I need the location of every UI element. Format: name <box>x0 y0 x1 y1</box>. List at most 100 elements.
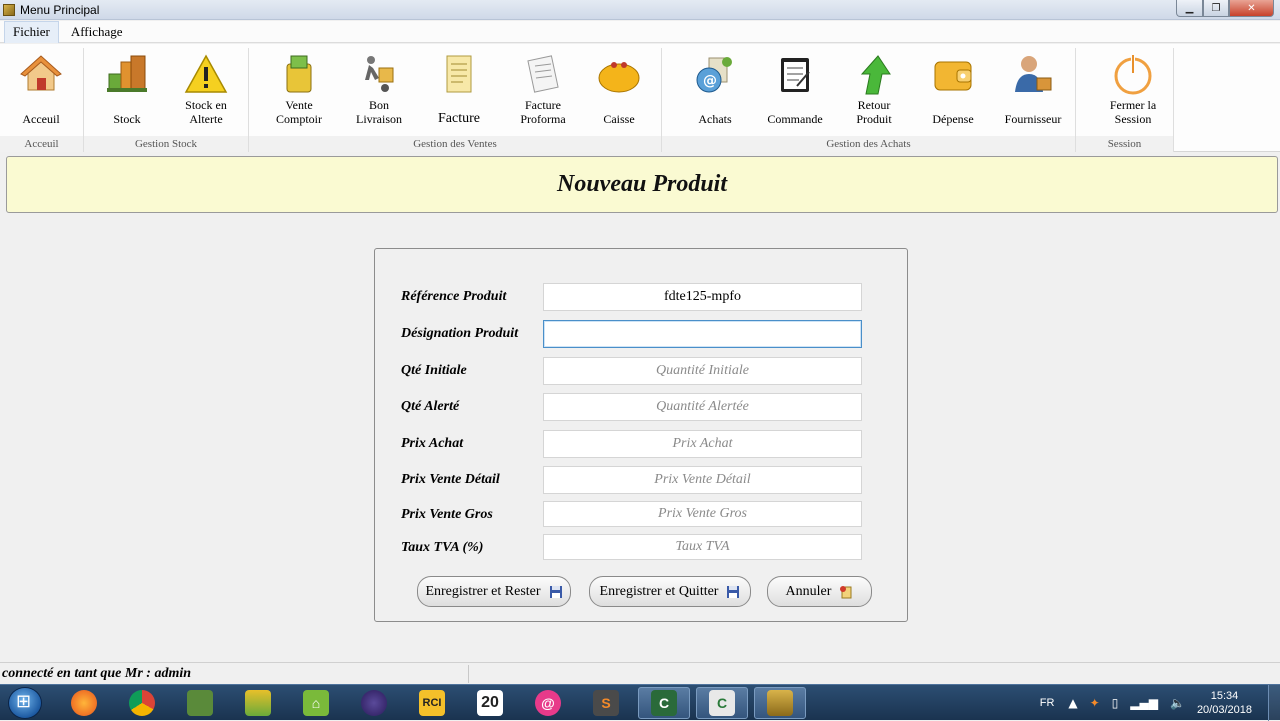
group-label-gestion-achats: Gestion des Achats <box>662 136 1075 152</box>
vente-comptoir-label: Vente Comptoir <box>275 98 322 126</box>
app-icon <box>3 3 15 16</box>
field-taux-tva: Taux TVA (%) <box>401 534 863 562</box>
facture-proforma-button[interactable]: Facture Proforma <box>506 50 580 130</box>
group-gestion-achats: @ Achats Commande Retour Produit Dépense… <box>662 48 1076 152</box>
stock-alerte-label: Stock en Alterte <box>185 98 227 126</box>
app-icon <box>245 690 271 716</box>
proforma-icon <box>527 55 559 93</box>
cancel-button[interactable]: Annuler <box>767 576 872 607</box>
delivery-icon <box>365 56 394 92</box>
depense-label: Dépense <box>932 112 974 126</box>
volume-icon[interactable]: 🔈 <box>1170 696 1185 710</box>
qte-initiale-label: Qté Initiale <box>401 363 467 378</box>
taskbar-app-1[interactable] <box>174 687 226 719</box>
commande-button[interactable]: Commande <box>758 50 832 130</box>
signal-icon[interactable]: ▂▄▆ <box>1130 696 1158 710</box>
achats-label: Achats <box>698 112 732 126</box>
warning-icon <box>184 54 228 93</box>
save-stay-button[interactable]: Enregistrer et Rester <box>417 576 571 607</box>
bon-livraison-button[interactable]: Bon Livraison <box>342 50 416 130</box>
taskbar-android-studio[interactable]: ⌂ <box>290 687 342 719</box>
camtasia-icon: C <box>651 690 677 716</box>
depense-button[interactable]: Dépense <box>916 50 990 130</box>
reference-input[interactable] <box>543 283 862 311</box>
show-hidden-icons-icon[interactable]: ▲ <box>1068 696 1077 710</box>
facture-button[interactable]: Facture <box>422 50 496 130</box>
opera-icon: @ <box>535 690 561 716</box>
minimize-icon[interactable]: ▁ <box>1176 0 1203 17</box>
prix-achat-input[interactable] <box>543 430 862 458</box>
wallet-icon <box>934 61 972 91</box>
qte-initiale-input[interactable] <box>543 357 862 385</box>
taskbar-chrome[interactable] <box>116 687 168 719</box>
page-header: Nouveau Produit <box>6 156 1278 213</box>
page-title: Nouveau Produit <box>556 171 727 197</box>
close-icon[interactable]: ✕ <box>1229 0 1274 17</box>
taux-tva-input[interactable] <box>543 534 862 560</box>
taskbar-camtasia-2[interactable]: C <box>696 687 748 719</box>
prix-vente-gros-input[interactable] <box>543 501 862 527</box>
caisse-button[interactable]: Caisse <box>582 50 656 130</box>
retour-produit-button[interactable]: Retour Produit <box>837 50 911 130</box>
taskbar-opera[interactable]: @ <box>522 687 574 719</box>
stock-button[interactable]: Stock <box>90 50 164 130</box>
stock-alerte-button[interactable]: Stock en Alterte <box>169 50 243 130</box>
vente-comptoir-button[interactable]: Vente Comptoir <box>262 50 336 130</box>
acceuil-button[interactable]: Acceuil <box>4 50 78 130</box>
language-indicator[interactable]: FR <box>1040 697 1055 709</box>
designation-input[interactable] <box>543 320 862 348</box>
field-prix-vente-gros: Prix Vente Gros <box>401 501 863 529</box>
menu-bar: Fichier Affichage <box>0 20 1280 43</box>
clock[interactable]: 15:34 20/03/2018 <box>1197 689 1252 717</box>
tray-app-icon[interactable]: ✦ <box>1090 696 1100 710</box>
window-title: Menu Principal <box>20 2 100 17</box>
taskbar-sublime[interactable]: S <box>580 687 632 719</box>
taskbar: ⌂ RCI 20 @ S C C FR ▲ ✦ ▯ ▂▄▆ 🔈 15:34 20… <box>0 684 1280 721</box>
email-icon: @ <box>696 57 732 93</box>
boxes-icon <box>107 55 147 92</box>
invoice-icon <box>446 55 472 93</box>
rci-icon: RCI <box>419 690 445 716</box>
save-quit-button[interactable]: Enregistrer et Quitter <box>589 576 751 607</box>
qte-alerte-input[interactable] <box>543 393 862 421</box>
prix-vente-gros-label: Prix Vente Gros <box>401 507 493 522</box>
menu-fichier[interactable]: Fichier <box>4 20 59 43</box>
fournisseur-label: Fournisseur <box>1004 112 1062 126</box>
taskbar-app-2[interactable] <box>232 687 284 719</box>
menu-affichage[interactable]: Affichage <box>63 21 131 43</box>
fournisseur-button[interactable]: Fournisseur <box>996 50 1070 130</box>
product-form: Référence Produit Désignation Produit Qt… <box>374 248 908 622</box>
taskbar-rci[interactable]: RCI <box>406 687 458 719</box>
power-icon <box>1114 55 1152 95</box>
firefox-icon <box>71 690 97 716</box>
return-arrow-icon <box>860 55 891 95</box>
clipboard-icon <box>781 58 810 92</box>
group-gestion-stock: Stock Stock en Alterte Gestion Stock <box>84 48 249 152</box>
system-tray: FR ▲ ✦ ▯ ▂▄▆ 🔈 15:34 20/03/2018 <box>1040 685 1280 721</box>
app-icon <box>767 690 793 716</box>
battery-icon[interactable]: ▯ <box>1112 696 1119 710</box>
save-quit-label: Enregistrer et Quitter <box>599 583 719 599</box>
facture-proforma-label: Facture Proforma <box>520 98 566 126</box>
bon-livraison-label: Bon Livraison <box>356 98 402 126</box>
qte-alerte-label: Qté Alerté <box>401 399 460 414</box>
field-prix-achat: Prix Achat <box>401 430 863 458</box>
home-icon <box>20 55 62 91</box>
cancel-icon <box>840 585 852 598</box>
maximize-icon[interactable]: ❐ <box>1203 0 1229 17</box>
achats-button[interactable]: @ Achats <box>678 50 752 130</box>
prix-vente-detail-input[interactable] <box>543 466 862 494</box>
taskbar-app-3[interactable] <box>754 687 806 719</box>
status-divider <box>468 665 469 683</box>
show-desktop-button[interactable] <box>1268 685 1280 721</box>
taskbar-20[interactable]: 20 <box>464 687 516 719</box>
status-text: connecté en tant que Mr : admin <box>2 666 192 681</box>
taskbar-firefox[interactable] <box>58 687 110 719</box>
taskbar-camtasia-1[interactable]: C <box>638 687 690 719</box>
start-button[interactable] <box>8 687 42 719</box>
group-acceuil: Acceuil Acceuil <box>0 48 84 152</box>
eclipse-icon <box>361 690 387 716</box>
floppy-icon <box>727 585 740 598</box>
fermer-session-button[interactable]: Fermer la Session <box>1096 50 1170 130</box>
taskbar-eclipse[interactable] <box>348 687 400 719</box>
